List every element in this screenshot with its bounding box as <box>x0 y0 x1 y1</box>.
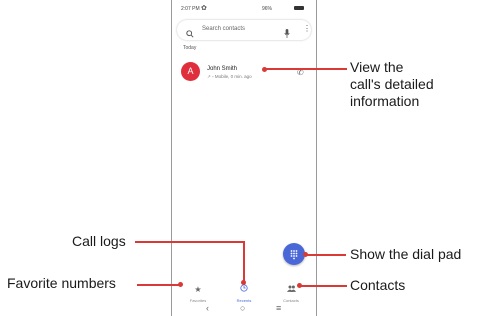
callout-call-logs: Call logs <box>72 233 126 249</box>
contacts-icon <box>286 279 296 296</box>
callout-dot-call-logs <box>241 280 246 285</box>
search-icon <box>186 25 194 43</box>
star-icon: ★ <box>194 285 202 294</box>
more-vert-icon[interactable]: ⋮ <box>303 25 311 33</box>
callout-view-details-line-1: View the <box>350 59 404 75</box>
callout-line-call-logs-drop <box>243 241 245 282</box>
status-time: 2:07 PM <box>181 6 200 12</box>
avatar[interactable]: A <box>181 62 200 81</box>
nav-tab-favorites[interactable]: ★ Favorites <box>178 279 218 303</box>
search-input[interactable]: Search contacts <box>202 26 245 32</box>
call-log-item[interactable]: A John Smith ↗ ▫ Mobile, 0 min. ago ✆ <box>172 60 316 86</box>
home-icon[interactable]: ○ <box>240 303 245 313</box>
mic-icon[interactable] <box>284 25 290 43</box>
callout-view-details-line-2: call's detailed <box>350 76 434 92</box>
call-detail: ↗ ▫ Mobile, 0 min. ago <box>207 74 252 80</box>
callout-contacts: Contacts <box>350 277 406 293</box>
call-detail-text: Mobile, 0 min. ago <box>214 74 252 79</box>
callout-favorites: Favorite numbers <box>7 275 116 291</box>
callout-dot-favorites <box>178 282 183 287</box>
gear-icon: ✿ <box>201 5 207 12</box>
battery-icon <box>294 6 304 10</box>
callout-line-contacts <box>300 285 347 287</box>
callout-dial-pad: Show the dial pad <box>350 246 462 262</box>
status-signal-battery: 96% <box>262 6 273 12</box>
section-label-today: Today <box>183 45 197 51</box>
dialpad-icon <box>290 250 298 260</box>
callout-line-call-logs <box>135 241 245 243</box>
nav-tab-contacts[interactable]: Contacts <box>271 279 311 303</box>
recents-icon[interactable]: ≡ <box>276 303 281 313</box>
status-bar: 2:07 PM ✿ 96% <box>172 0 316 16</box>
contact-name: John Smith <box>207 66 238 72</box>
search-bar[interactable]: Search contacts ⋮ <box>177 20 311 40</box>
outgoing-call-icon: ↗ ▫ <box>207 74 215 79</box>
back-icon[interactable]: ‹ <box>206 303 209 313</box>
callout-line-favorites <box>137 284 181 286</box>
callout-view-details: View the call's detailed information <box>350 59 434 110</box>
callout-view-details-line-3: information <box>350 93 420 109</box>
callout-line-dial-pad <box>306 254 346 256</box>
dialpad-button[interactable] <box>283 243 305 265</box>
system-nav-bar: ‹ ○ ≡ <box>172 301 316 316</box>
callout-line-details <box>265 68 347 70</box>
